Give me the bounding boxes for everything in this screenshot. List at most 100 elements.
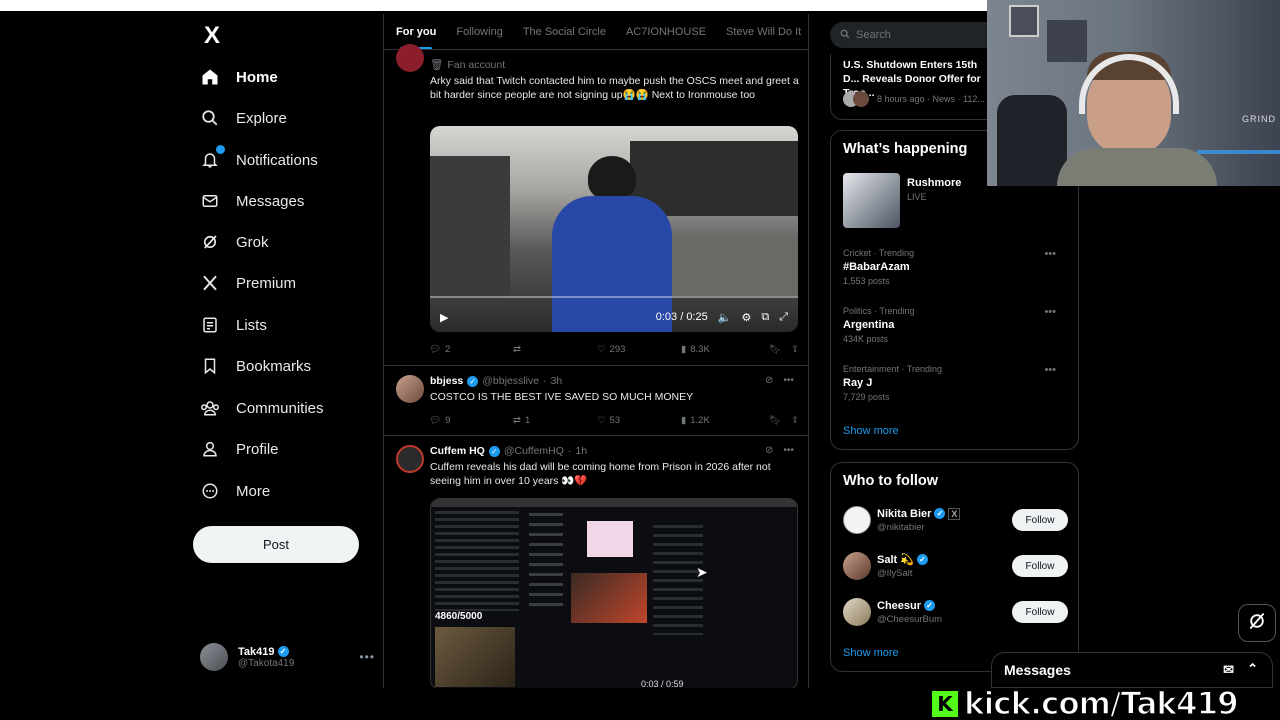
retweet-button[interactable]: ⇄ 1 (513, 415, 597, 426)
tweet-actions: 💬︎ 9 ⇄ 1 ♡ 53 ▮ 1.2K 🔖︎ ⇪ (429, 412, 801, 428)
bookmark-button[interactable]: 🔖︎ (769, 415, 791, 426)
more-dots-icon[interactable]: ••• (1044, 306, 1056, 318)
follow-suggestion[interactable]: Cheesur ✓ @CheesurBum Follow (843, 596, 1068, 628)
grok-icon[interactable]: ⊘ (765, 375, 773, 386)
nav-more[interactable]: More (200, 473, 270, 509)
more-dots-icon[interactable]: ••• (359, 650, 375, 664)
nav-grok[interactable]: Grok (200, 224, 269, 260)
tab-for-you[interactable]: For you (396, 14, 436, 49)
more-dots-icon[interactable]: ••• (783, 445, 794, 456)
suggestion-handle: @IlySalt (877, 568, 913, 579)
account-switcher[interactable]: Tak419 ✓ @Takota419 ••• (200, 640, 375, 674)
grok-icon[interactable]: ⊘ (765, 445, 773, 456)
reply-button[interactable]: 💬︎ 2 (429, 344, 513, 355)
settings-icon[interactable]: ⚙ (741, 311, 751, 324)
grok-floating-button[interactable] (1238, 604, 1276, 642)
nav-lists[interactable]: Lists (200, 307, 267, 343)
messages-drawer[interactable]: Messages ✉ ⌃ (991, 652, 1273, 688)
share-icon: ⇪ (791, 414, 799, 426)
nav-communities[interactable]: Communities (200, 390, 324, 426)
tweet-time[interactable]: 3h (551, 375, 563, 387)
nav-lists-label: Lists (236, 316, 267, 334)
nav-explore[interactable]: Explore (200, 100, 287, 136)
tab-the-social-circle[interactable]: The Social Circle (523, 14, 606, 49)
tweet-time[interactable]: 1h (575, 445, 587, 457)
tweet-avatar[interactable] (396, 44, 424, 72)
video-progress-track[interactable] (430, 296, 798, 298)
trend-count: 1,553 posts (843, 276, 890, 286)
tab-following[interactable]: Following (456, 14, 502, 49)
follow-suggestion[interactable]: Nikita Bier ✓ X @nikitabier Follow (843, 504, 1068, 536)
retweet-button[interactable]: ⇄ (513, 344, 597, 355)
reply-count: 9 (445, 414, 451, 426)
post-button[interactable]: Post (193, 526, 359, 563)
nav-home[interactable]: Home (200, 59, 278, 95)
tweet-video[interactable]: 4860/5000 0:03 / 0:59 (430, 498, 798, 690)
search-icon (840, 29, 850, 42)
show-more-link[interactable]: Show more (843, 647, 899, 659)
verified-badge-icon: ✓ (934, 508, 946, 519)
screen-sidebar (529, 513, 563, 613)
pip-icon[interactable]: ⧉ (761, 311, 769, 324)
trend-item[interactable]: Cricket · Trending #BabarAzam 1,553 post… (843, 248, 1068, 286)
like-button[interactable]: ♡ 53 (597, 415, 681, 426)
screen-counter: 4860/5000 (435, 611, 483, 622)
like-count: 53 (609, 414, 621, 426)
nav-messages[interactable]: Messages (200, 183, 304, 219)
follow-suggestion[interactable]: Salt 💫 ✓ @IlySalt Follow (843, 550, 1068, 582)
views-button[interactable]: ▮ 8.3K (681, 344, 769, 355)
play-icon[interactable]: ▶ (440, 311, 448, 324)
tweet-header: 🗑 Fan account (430, 58, 505, 72)
live-event[interactable]: Rushmore LIVE (907, 177, 961, 202)
messages-drawer-title: Messages (1004, 662, 1071, 678)
tweet-author-handle[interactable]: @CuffemHQ (504, 445, 564, 457)
bookmark-icon (200, 356, 220, 376)
nav-communities-label: Communities (236, 399, 324, 417)
reply-button[interactable]: 💬︎ 9 (429, 415, 513, 426)
fullscreen-icon[interactable]: ⤢ (779, 311, 788, 324)
wall-poster (1009, 5, 1039, 37)
trend-item[interactable]: Entertainment · Trending Ray J 7,729 pos… (843, 364, 1068, 402)
tweet-avatar[interactable] (396, 445, 424, 473)
like-button[interactable]: ♡ 293 (597, 344, 681, 355)
grok-icon (1247, 611, 1267, 636)
screen-card (587, 521, 633, 557)
tweet-author-name[interactable]: bbjess (430, 375, 463, 387)
share-button[interactable]: ⇪ (791, 415, 799, 426)
new-message-icon[interactable]: ✉ (1223, 662, 1234, 678)
follow-button[interactable]: Follow (1012, 555, 1068, 577)
nav-bookmarks[interactable]: Bookmarks (200, 348, 311, 384)
tweet-avatar[interactable] (396, 375, 424, 403)
bookmark-button[interactable]: 🔖︎ (769, 344, 791, 355)
follow-button[interactable]: Follow (1012, 509, 1068, 531)
heart-icon: ♡ (597, 414, 606, 426)
nav-notifications[interactable]: Notifications (200, 142, 318, 178)
tweet-author-handle[interactable]: @bbjesslive (482, 375, 539, 387)
tab-ac7ionhouse[interactable]: AC7IONHOUSE (626, 14, 706, 49)
tab-steve-will-do-it[interactable]: Steve Will Do It (726, 14, 801, 49)
live-thumbnail[interactable] (843, 173, 900, 228)
x-logo-icon[interactable]: X (198, 22, 226, 50)
volume-icon[interactable]: 🔈 (718, 311, 732, 324)
views-button[interactable]: ▮ 1.2K (681, 415, 769, 426)
heart-icon: ♡ (597, 343, 606, 355)
more-dots-icon[interactable]: ••• (1044, 248, 1056, 260)
trend-item[interactable]: Politics · Trending Argentina 434K posts… (843, 306, 1068, 344)
retweet-icon: ⇄ (513, 414, 521, 426)
more-dots-icon[interactable]: ••• (783, 375, 794, 386)
search-icon (200, 108, 220, 128)
who-to-follow-title: Who to follow (843, 473, 939, 489)
nav-premium[interactable]: Premium (200, 265, 296, 301)
chevron-up-icon[interactable]: ⌃ (1247, 661, 1258, 677)
follow-button[interactable]: Follow (1012, 601, 1068, 623)
tweet-author-name[interactable]: Cuffem HQ (430, 445, 485, 457)
facecam-thumbnail (435, 627, 515, 687)
views-icon: ▮ (681, 343, 687, 355)
nav-profile[interactable]: Profile (200, 431, 279, 467)
trend-title: Ray J (843, 377, 873, 389)
share-button[interactable]: ⇪ (791, 344, 799, 355)
tweet-video[interactable]: ▶ 0:03 / 0:25 🔈 ⚙ ⧉ ⤢ (430, 126, 798, 332)
show-more-link[interactable]: Show more (843, 425, 899, 437)
more-dots-icon[interactable]: ••• (1044, 364, 1056, 376)
search-input[interactable]: Search (830, 22, 1000, 48)
